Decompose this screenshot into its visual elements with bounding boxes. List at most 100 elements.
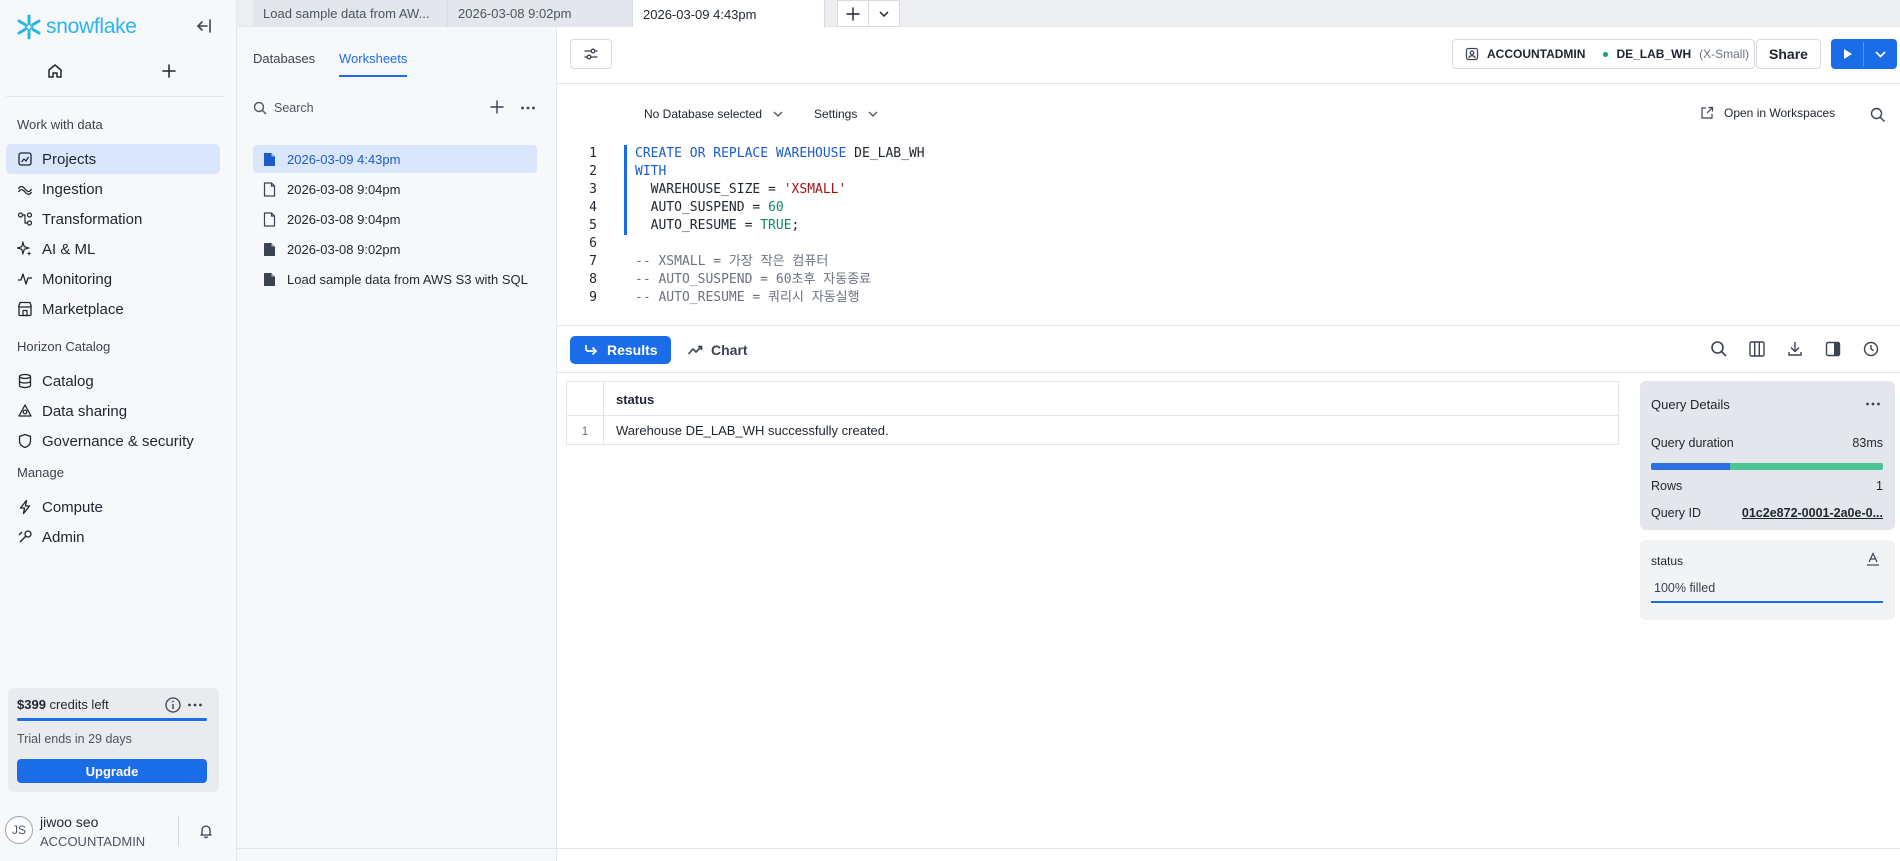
search-input[interactable] bbox=[274, 101, 474, 115]
code-token: ; bbox=[791, 218, 800, 233]
row-number: 1 bbox=[581, 424, 589, 438]
worksheet-list-item[interactable]: Load sample data from AWS S3 with SQL bbox=[253, 265, 537, 293]
role-warehouse-selector[interactable]: ACCOUNTADMIN DE_LAB_WH (X-Small) bbox=[1452, 39, 1755, 69]
line-number: 2 bbox=[589, 164, 597, 179]
worksheet-name: 2026-03-09 4:43pm bbox=[287, 151, 401, 167]
sidebar-item-ai-ml[interactable]: AI & ML bbox=[6, 234, 220, 264]
sidebar-item-label: Marketplace bbox=[42, 300, 124, 318]
worksheet-tab[interactable]: 2026-03-08 9:02pm bbox=[448, 0, 633, 27]
worksheet-file-outline-icon bbox=[263, 211, 276, 227]
sidebar-item-monitoring[interactable]: Monitoring bbox=[6, 264, 220, 294]
worksheet-tab[interactable]: Load sample data from AW... bbox=[253, 0, 448, 27]
collapse-sidebar-icon[interactable] bbox=[194, 16, 214, 36]
tab-list-chevron-down-icon[interactable] bbox=[868, 0, 900, 27]
results-tab-label: Results bbox=[607, 342, 658, 358]
sidebar-item-marketplace[interactable]: Marketplace bbox=[6, 294, 220, 324]
query-id-link[interactable]: 01c2e872-0001-2a0e-0... bbox=[1742, 506, 1883, 520]
worksheet-list-item[interactable]: 2026-03-08 9:04pm bbox=[253, 175, 537, 203]
code-token: AUTO_RESUME = bbox=[635, 218, 761, 233]
code-text: WITH bbox=[635, 163, 666, 181]
upgrade-button[interactable]: Upgrade bbox=[17, 759, 207, 783]
create-plus-icon[interactable] bbox=[158, 60, 180, 82]
database-selector[interactable]: No Database selected bbox=[644, 107, 784, 121]
code-line: 9 -- AUTO_RESUME = 쿼리시 자동실행 bbox=[557, 289, 1357, 307]
table-cell[interactable]: Warehouse DE_LAB_WH successfully created… bbox=[616, 423, 889, 438]
query-duration-bar-fill bbox=[1651, 463, 1730, 470]
more-options-icon[interactable] bbox=[186, 696, 204, 714]
chart-tab[interactable]: Chart bbox=[674, 336, 761, 364]
sidebar-panel-icon[interactable] bbox=[1824, 340, 1842, 358]
avatar[interactable]: JS bbox=[5, 816, 33, 844]
sidebar-item-governance-security[interactable]: Governance & security bbox=[6, 426, 220, 456]
bell-icon[interactable] bbox=[198, 823, 214, 839]
transformation-icon bbox=[17, 211, 33, 227]
tab-worksheets[interactable]: Worksheets bbox=[339, 51, 408, 77]
rows-value: 1 bbox=[1876, 479, 1883, 493]
snowflake-logo[interactable]: snowflake bbox=[16, 14, 137, 40]
more-options-icon[interactable] bbox=[519, 99, 537, 117]
line-number: 7 bbox=[589, 254, 597, 269]
sidebar-item-label: Catalog bbox=[42, 372, 94, 390]
worksheet-file-outline-icon bbox=[263, 181, 276, 197]
external-link-icon bbox=[1701, 106, 1714, 119]
query-duration-value: 83ms bbox=[1852, 436, 1883, 450]
data-sharing-icon bbox=[17, 403, 33, 419]
sidebar-item-data-sharing[interactable]: Data sharing bbox=[6, 396, 220, 426]
more-options-icon[interactable] bbox=[1864, 395, 1882, 413]
code-line: 7 -- XSMALL = 가장 작은 컴퓨터 bbox=[557, 253, 1357, 271]
column-header-status[interactable]: status bbox=[616, 392, 654, 407]
history-clock-icon[interactable] bbox=[1862, 340, 1880, 358]
sidebar-item-catalog[interactable]: Catalog bbox=[6, 366, 220, 396]
share-button[interactable]: Share bbox=[1756, 39, 1821, 69]
home-icon[interactable] bbox=[44, 60, 66, 82]
worksheet-list-item[interactable]: 2026-03-08 9:02pm bbox=[253, 235, 537, 263]
chart-tab-label: Chart bbox=[711, 342, 748, 358]
play-icon[interactable] bbox=[1831, 39, 1863, 69]
worksheet-list-item[interactable]: 2026-03-09 4:43pm bbox=[253, 145, 537, 173]
sparkle-icon bbox=[17, 241, 33, 257]
worksheet-list-item[interactable]: 2026-03-08 9:04pm bbox=[253, 205, 537, 233]
run-options-chevron-down-icon[interactable] bbox=[1864, 39, 1897, 69]
code-text: WAREHOUSE_SIZE = 'XSMALL' bbox=[635, 181, 847, 199]
code-token: 60 bbox=[768, 200, 784, 215]
sidebar-item-ingestion[interactable]: Ingestion bbox=[6, 174, 220, 204]
search-icon[interactable] bbox=[1710, 340, 1728, 358]
sql-editor: ACCOUNTADMIN DE_LAB_WH (X-Small) Share N… bbox=[557, 27, 1900, 325]
filter-settings-icon[interactable] bbox=[570, 39, 612, 69]
new-tab-plus-icon[interactable] bbox=[837, 0, 869, 27]
settings-dropdown[interactable]: Settings bbox=[814, 107, 879, 121]
sidebar-item-label: AI & ML bbox=[42, 240, 96, 258]
add-worksheet-plus-icon[interactable] bbox=[489, 99, 505, 115]
user-profile[interactable]: JS jiwoo seo ACCOUNTADMIN bbox=[0, 810, 237, 854]
columns-icon[interactable] bbox=[1748, 340, 1766, 358]
sidebar-item-label: Admin bbox=[42, 528, 85, 546]
download-icon[interactable] bbox=[1786, 340, 1804, 358]
sidebar-item-label: Transformation bbox=[42, 210, 143, 228]
worksheet-file-icon bbox=[263, 272, 276, 287]
sidebar-item-compute[interactable]: Compute bbox=[6, 492, 220, 522]
tab-databases[interactable]: Databases bbox=[253, 51, 315, 75]
open-in-workspaces-button[interactable]: Open in Workspaces bbox=[1700, 106, 1835, 120]
search-icon bbox=[253, 101, 267, 115]
code-token: WITH bbox=[635, 164, 667, 179]
table-header bbox=[567, 382, 1618, 416]
sidebar-item-admin[interactable]: Admin bbox=[6, 522, 220, 552]
sidebar-item-projects[interactable]: Projects bbox=[6, 144, 220, 174]
nav-section-title: Work with data bbox=[17, 117, 103, 132]
sidebar-item-transformation[interactable]: Transformation bbox=[6, 204, 220, 234]
column-stats-card: status 100% filled bbox=[1640, 540, 1895, 620]
run-button[interactable] bbox=[1831, 39, 1897, 69]
code-token: WAREHOUSE bbox=[775, 146, 855, 161]
info-icon[interactable] bbox=[164, 696, 182, 714]
worksheet-name: Load sample data from AWS S3 with SQL bbox=[287, 271, 528, 287]
settings-label: Settings bbox=[814, 107, 858, 121]
search-icon[interactable] bbox=[1870, 107, 1886, 123]
worksheet-tab-active[interactable]: 2026-03-09 4:43pm bbox=[633, 0, 825, 28]
results-pane: Results Chart status 1 Warehouse DE_LAB_… bbox=[557, 325, 1900, 861]
results-tab[interactable]: Results bbox=[570, 336, 671, 364]
snowflake-logo-icon bbox=[17, 14, 41, 40]
results-table: status 1 Warehouse DE_LAB_WH successfull… bbox=[566, 381, 1619, 445]
trial-text: Trial ends in 29 days bbox=[17, 732, 132, 746]
worksheets-panel: Databases Worksheets 2026-03-09 4:43pm 20… bbox=[237, 27, 557, 861]
catalog-icon bbox=[17, 373, 33, 389]
